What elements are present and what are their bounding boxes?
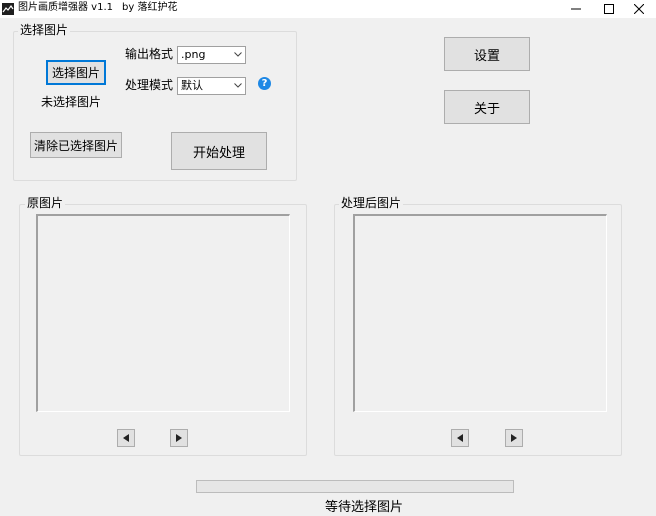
processed-image-preview [353, 214, 607, 412]
original-next-button[interactable] [170, 429, 188, 447]
select-image-button[interactable]: 选择图片 [46, 60, 106, 85]
app-icon [2, 3, 14, 15]
output-format-label: 输出格式 [125, 47, 174, 61]
process-mode-label: 处理模式 [125, 78, 174, 92]
status-text: 等待选择图片 [324, 500, 403, 515]
settings-button[interactable]: 设置 [444, 37, 530, 71]
select-image-group-title: 选择图片 [18, 23, 71, 37]
output-format-select[interactable]: .png [177, 46, 246, 64]
minimize-button[interactable] [558, 0, 594, 18]
close-button[interactable] [621, 0, 656, 18]
start-processing-button[interactable]: 开始处理 [171, 132, 267, 170]
clear-selected-images-button[interactable]: 清除已选择图片 [30, 132, 122, 158]
processed-prev-button[interactable] [451, 429, 469, 447]
window-title: 图片画质增强器 v1.1 [18, 2, 113, 13]
selected-image-status: 未选择图片 [41, 95, 102, 109]
close-icon [634, 4, 644, 14]
original-prev-button[interactable] [117, 429, 135, 447]
maximize-icon [604, 4, 614, 14]
left-arrow-icon [123, 434, 129, 442]
about-button[interactable]: 关于 [444, 90, 530, 124]
processed-next-button[interactable] [505, 429, 523, 447]
process-mode-select[interactable]: 默认 [177, 77, 246, 95]
right-arrow-icon [511, 434, 517, 442]
right-arrow-icon [176, 434, 182, 442]
original-image-preview [36, 214, 290, 412]
window-author: by 落红护花 [122, 2, 178, 13]
process-mode-value: 默认 [181, 79, 203, 92]
help-icon[interactable]: ? [258, 77, 271, 90]
minimize-icon [571, 8, 581, 10]
left-arrow-icon [457, 434, 463, 442]
chevron-down-icon [234, 83, 242, 88]
output-format-value: .png [181, 48, 206, 61]
chevron-down-icon [234, 52, 242, 57]
progress-bar [196, 480, 514, 493]
original-image-group-title: 原图片 [25, 196, 66, 210]
processed-image-group-title: 处理后图片 [339, 196, 404, 210]
